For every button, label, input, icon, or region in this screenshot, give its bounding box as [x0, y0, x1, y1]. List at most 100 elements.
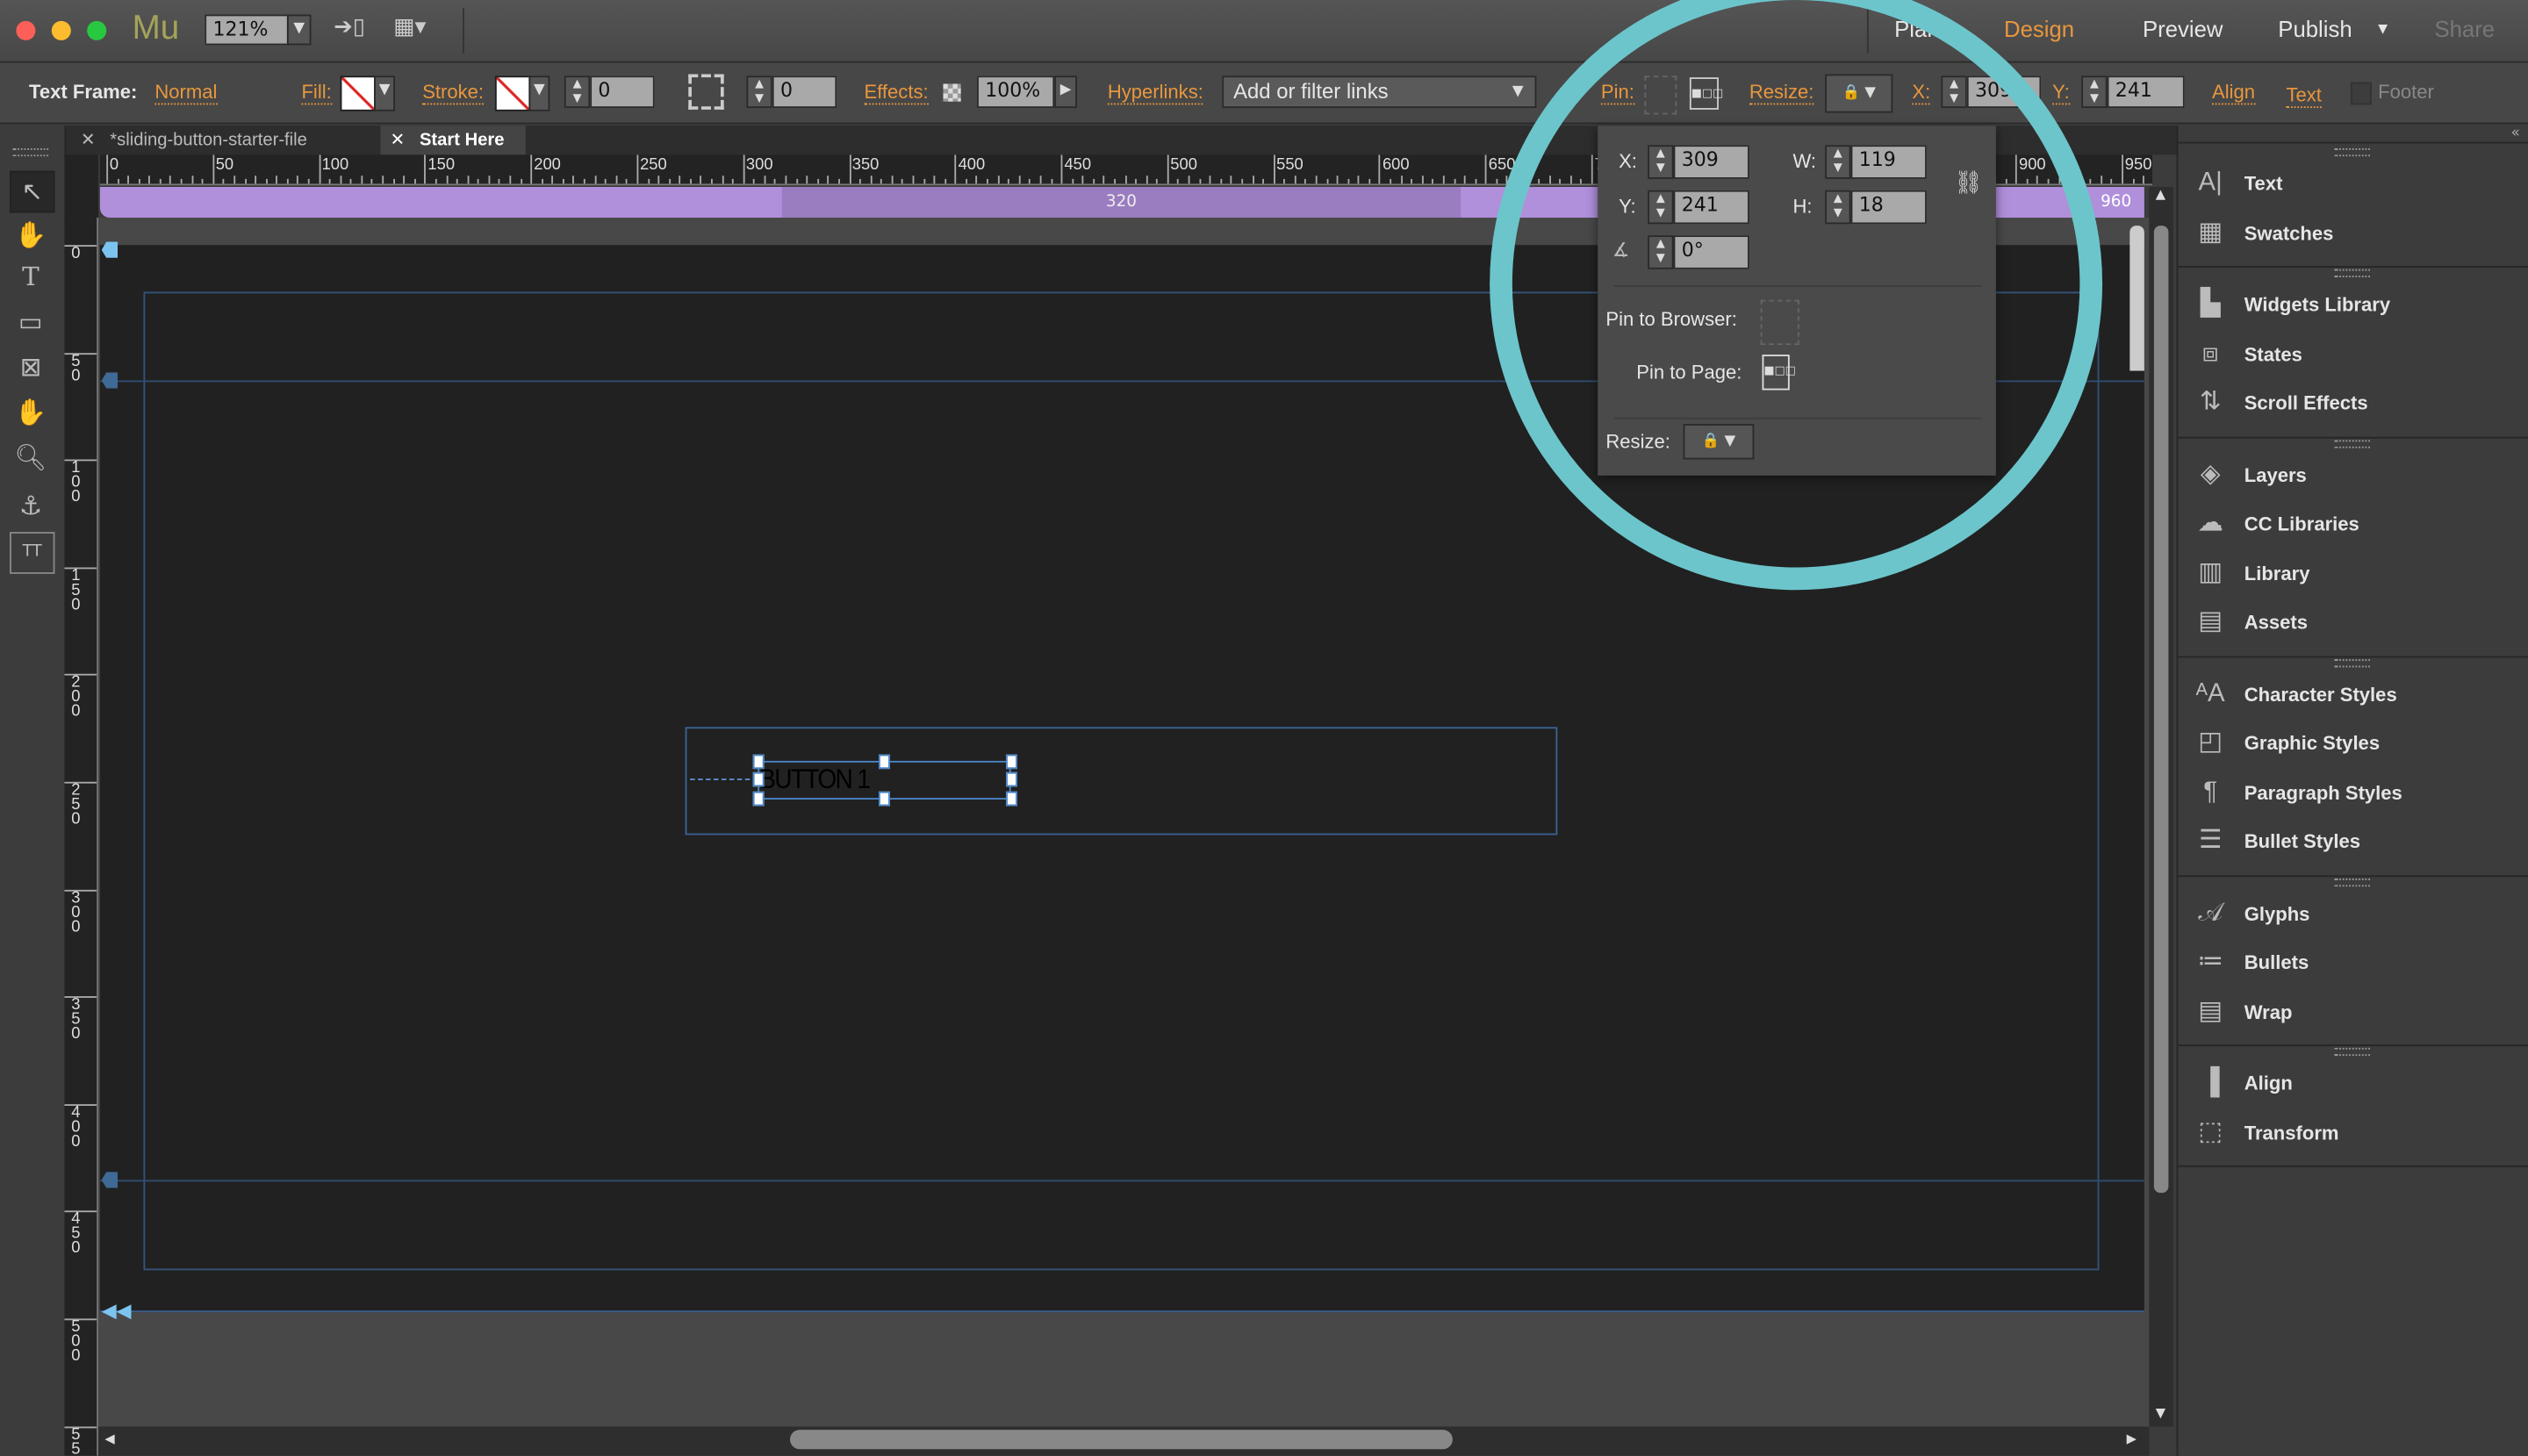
text-link[interactable]: Text	[2286, 84, 2322, 109]
popup-w-field[interactable]: 119	[1850, 145, 1927, 179]
panel-bullet-styles[interactable]: ☰ Bullet Styles	[2194, 822, 2525, 864]
opacity-slider-button[interactable]: ▶	[1054, 75, 1077, 109]
image-frame-tool-icon[interactable]: ⊠	[10, 348, 52, 387]
view-options-icon[interactable]: ▦▾	[393, 15, 426, 40]
text-wrap-tool-icon[interactable]: TT	[10, 532, 55, 574]
panel-text[interactable]: A| Text	[2194, 164, 2525, 206]
constrain-proportions-icon[interactable]: ⛓	[1954, 171, 1983, 197]
panel-paragraph-styles[interactable]: ¶ Paragraph Styles	[2194, 773, 2525, 815]
pin-label[interactable]: Pin:	[1600, 81, 1634, 105]
panel-group-grip[interactable]	[2334, 147, 2370, 157]
popup-resize-dropdown[interactable]: 🔒 ▼	[1683, 424, 1755, 460]
nav-publish[interactable]: Publish	[2278, 16, 2352, 41]
export-page-icon[interactable]: ➔▯	[334, 15, 365, 40]
panel-character-styles[interactable]: ᴬA Character Styles	[2194, 675, 2525, 717]
text-tool-icon[interactable]: T	[10, 258, 52, 297]
fill-dropdown[interactable]: ▼	[374, 75, 395, 111]
collapse-panels-icon[interactable]: «	[2511, 126, 2520, 141]
tab-sliding-button-starter-file[interactable]: ✕ *sliding-button-starter-file	[64, 126, 370, 154]
breakpoint-320[interactable]: 320	[781, 187, 1462, 218]
horizontal-scroll-thumb[interactable]	[789, 1430, 1453, 1450]
panel-cc-libraries[interactable]: ☁ CC Libraries	[2194, 505, 2525, 547]
popup-y-stepper[interactable]: ▲ ▼	[1648, 190, 1674, 225]
fill-label[interactable]: Fill:	[301, 81, 332, 105]
nav-plan[interactable]: Plan	[1894, 16, 1939, 41]
zoom-dropdown-button[interactable]: ▼	[286, 14, 312, 46]
maximize-window-button[interactable]	[87, 20, 107, 40]
resize-handle[interactable]	[1006, 754, 1017, 770]
panel-scroll-effects[interactable]: ⇅ Scroll Effects	[2194, 384, 2525, 426]
breakpoint-960[interactable]: 960	[2101, 187, 2131, 218]
stroke-width-field[interactable]: 0	[590, 75, 655, 109]
corner-radius-stepper[interactable]: ▲ ▼	[746, 75, 772, 109]
panel-layers[interactable]: ◈ Layers	[2194, 455, 2525, 498]
anchor-tool-icon[interactable]: ⚓︎	[10, 487, 52, 526]
rotation-stepper[interactable]: ▲ ▼	[1648, 235, 1674, 269]
pin-to-browser-icon[interactable]	[1760, 299, 1799, 346]
hand-tool-icon[interactable]: ✋	[10, 393, 52, 432]
panel-bullets[interactable]: ≔ Bullets	[2194, 943, 2525, 985]
hyperlinks-dropdown-icon[interactable]: ▼	[1512, 84, 1524, 100]
popup-x-field[interactable]: 309	[1673, 145, 1749, 179]
resize-label[interactable]: Resize:	[1749, 81, 1814, 105]
panel-states[interactable]: ⧈ States	[2194, 334, 2525, 377]
resize-handle[interactable]	[752, 771, 765, 787]
nav-preview[interactable]: Preview	[2143, 16, 2223, 41]
stroke-width-stepper[interactable]: ▲ ▼	[564, 75, 591, 109]
corner-radius-field[interactable]: 0	[772, 75, 837, 109]
hyperlinks-label[interactable]: Hyperlinks:	[1107, 81, 1203, 105]
panel-graphic-styles[interactable]: ◰ Graphic Styles	[2194, 724, 2525, 766]
panel-glyphs[interactable]: 𝒜 Glyphs	[2194, 893, 2525, 936]
pin-to-page-icon[interactable]: ■□□	[1762, 355, 1796, 391]
resize-handle[interactable]	[752, 791, 765, 807]
nav-design[interactable]: Design	[2004, 16, 2074, 41]
hyperlinks-input[interactable]: Add or filter links	[1222, 75, 1537, 109]
panel-wrap[interactable]: ▤ Wrap	[2194, 993, 2525, 1035]
pin-page-icon[interactable]: ■□□	[1689, 77, 1723, 110]
zoom-field[interactable]: 121%	[205, 14, 289, 46]
page-bottom-marker[interactable]: ◀◀	[102, 1301, 132, 1320]
crop-tool-icon[interactable]: ✋	[10, 216, 52, 255]
stroke-dropdown[interactable]: ▼	[528, 75, 550, 111]
resize-handle[interactable]	[752, 754, 765, 770]
popup-x-stepper[interactable]: ▲ ▼	[1648, 145, 1674, 179]
rotation-field[interactable]: 0°	[1673, 235, 1749, 269]
zoom-tool-icon[interactable]: 🔍︎	[10, 439, 52, 477]
button-text[interactable]: BUTTON 1	[759, 764, 871, 797]
selection-tool-icon[interactable]: ↖	[10, 170, 55, 213]
rectangle-tool-icon[interactable]: ▭	[10, 303, 52, 341]
panel-group-grip[interactable]	[2334, 439, 2370, 448]
panel-group-grip[interactable]	[2334, 658, 2370, 667]
page-height-handle[interactable]	[2129, 226, 2144, 371]
panel-assets[interactable]: ▤ Assets	[2194, 603, 2525, 645]
x-stepper[interactable]: ▲ ▼	[1941, 75, 1967, 109]
effects-label[interactable]: Effects:	[864, 81, 929, 105]
popup-h-field[interactable]: 18	[1850, 190, 1927, 225]
vertical-ruler[interactable]: 0 50 100 150 200 250 300 350 400 450 500 550	[64, 217, 99, 1456]
stroke-swatch[interactable]	[494, 75, 531, 111]
panel-align[interactable]: ▐ Align	[2194, 1064, 2525, 1106]
vertical-scrollbar[interactable]: ▲ ▼	[2149, 187, 2173, 1427]
align-link[interactable]: Align	[2211, 81, 2256, 105]
fill-swatch[interactable]	[340, 75, 376, 111]
resize-handle[interactable]	[1006, 771, 1017, 787]
opacity-field[interactable]: 100%	[977, 75, 1055, 109]
footer-checkbox[interactable]	[2350, 82, 2372, 105]
vertical-scroll-thumb[interactable]	[2153, 226, 2169, 1194]
tab-close-icon[interactable]: ✕	[390, 131, 405, 150]
x-field[interactable]: 309	[1966, 75, 2042, 109]
popup-y-field[interactable]: 241	[1673, 190, 1749, 225]
panel-group-grip[interactable]	[2334, 269, 2370, 277]
tab-close-icon[interactable]: ✕	[81, 131, 96, 150]
text-frame-state[interactable]: Normal	[154, 81, 218, 105]
y-stepper[interactable]: ▲ ▼	[2081, 75, 2108, 109]
panel-transform[interactable]: ⬚ Transform	[2194, 1113, 2525, 1155]
resize-handle[interactable]	[1006, 791, 1017, 807]
resize-dropdown[interactable]: 🔒 ▼	[1825, 74, 1893, 113]
horizontal-scrollbar[interactable]: ◀ ▶	[98, 1426, 2150, 1456]
resize-handle[interactable]	[879, 754, 890, 770]
close-window-button[interactable]	[16, 20, 36, 40]
footer-guide[interactable]	[99, 1180, 2144, 1182]
panel-group-grip[interactable]	[2334, 878, 2370, 886]
popup-w-stepper[interactable]: ▲ ▼	[1825, 145, 1851, 179]
